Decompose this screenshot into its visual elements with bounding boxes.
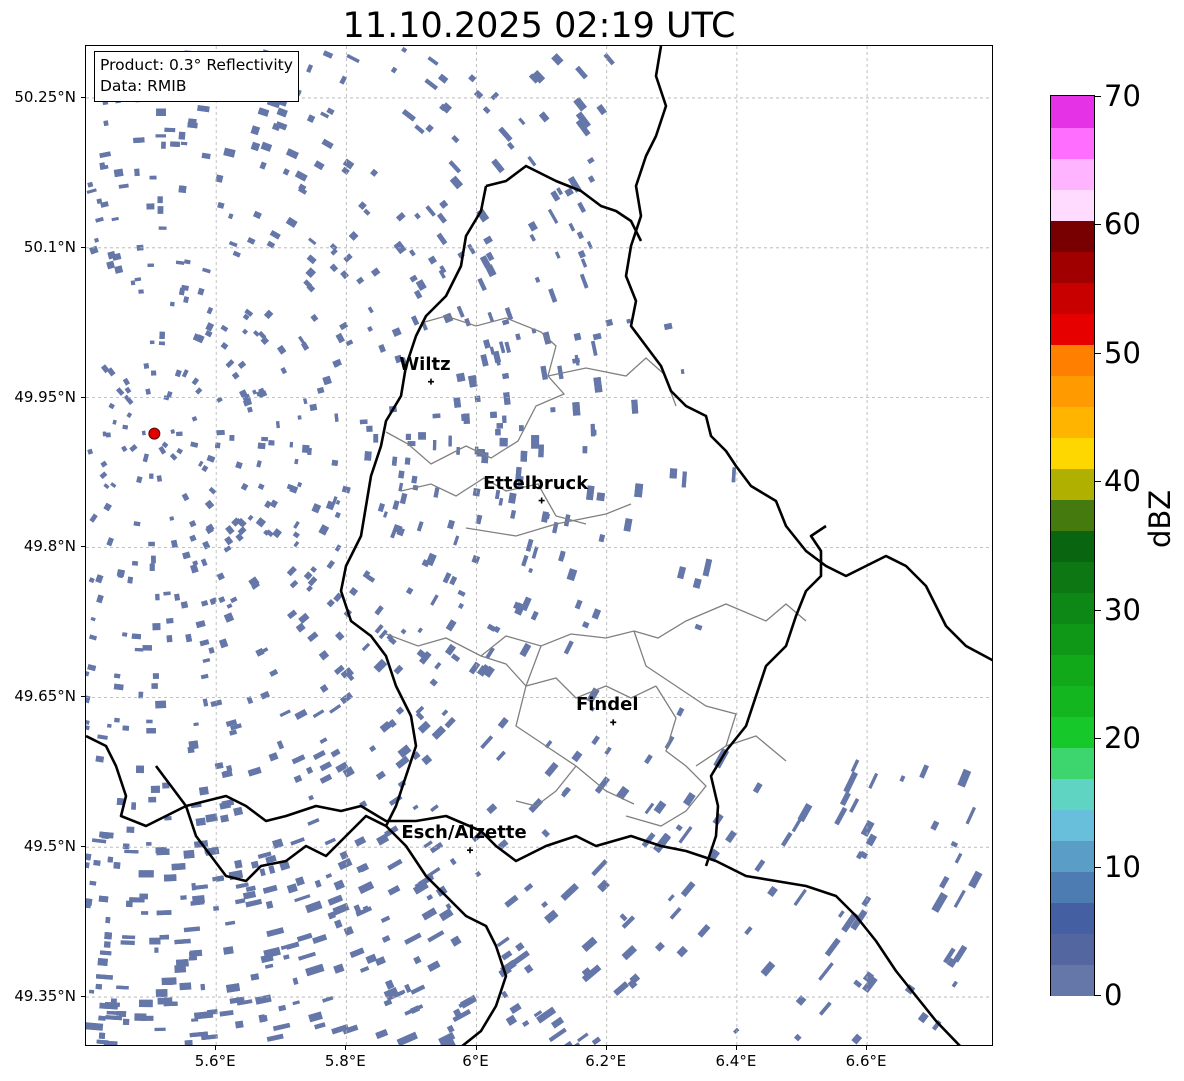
colorbar-segment xyxy=(1051,220,1094,252)
district-border xyxy=(480,655,657,699)
city-label: Findel xyxy=(575,694,639,716)
x-tick-mark xyxy=(215,1046,217,1050)
x-tick-mark xyxy=(735,1046,737,1050)
colorbar-segment xyxy=(1051,902,1094,934)
gridlines xyxy=(86,46,992,1045)
x-tick-mark xyxy=(475,1046,477,1050)
y-tick-mark xyxy=(81,246,85,248)
x-tick-label: 5.8°E xyxy=(324,1052,366,1070)
colorbar-segment xyxy=(1051,623,1094,655)
colorbar-segment xyxy=(1051,189,1094,221)
colorbar-segment xyxy=(1051,127,1094,159)
x-tick-mark xyxy=(345,1046,347,1050)
colorbar-segment xyxy=(1051,778,1094,810)
map-title: 11.10.2025 02:19 UTC xyxy=(342,6,736,46)
x-tick-label: 5.6°E xyxy=(194,1052,236,1070)
y-tick-label: 49.35°N xyxy=(14,987,76,1006)
radar-map[interactable] xyxy=(85,45,993,1046)
x-tick-label: 6°E xyxy=(462,1052,489,1070)
radar-map-canvas xyxy=(86,46,992,1045)
y-tick-mark xyxy=(81,396,85,398)
y-tick-mark xyxy=(81,996,85,998)
y-tick-label: 49.95°N xyxy=(14,387,76,406)
x-tick-label: 6.2°E xyxy=(585,1052,627,1070)
colorbar-segment xyxy=(1051,809,1094,841)
colorbar-label: dBZ xyxy=(1143,489,1177,548)
colorbar-tick-label: 30 xyxy=(1104,592,1141,627)
colorbar-tick-label: 50 xyxy=(1104,335,1141,370)
colorbar-segment xyxy=(1051,933,1094,965)
colorbar-segment xyxy=(1051,158,1094,190)
y-tick-mark xyxy=(81,96,85,98)
district-border xyxy=(515,645,635,805)
colorbar-tick-mark xyxy=(1095,224,1101,226)
radar-site-marker xyxy=(148,427,161,440)
x-tick-label: 6.6°E xyxy=(845,1052,887,1070)
y-tick-label: 50.1°N xyxy=(23,237,76,256)
colorbar xyxy=(1050,95,1095,996)
colorbar-tick-mark xyxy=(1095,352,1101,354)
colorbar-segment xyxy=(1051,561,1094,593)
colorbar-segment xyxy=(1051,592,1094,624)
colorbar-segment xyxy=(1051,406,1094,438)
data-source-label: Data: RMIB xyxy=(100,77,187,95)
city-label: Esch/Alzette xyxy=(401,822,527,844)
y-tick-mark xyxy=(81,846,85,848)
colorbar-tick-label: 0 xyxy=(1104,978,1123,1012)
colorbar-segment xyxy=(1051,468,1094,500)
city-marker xyxy=(467,847,474,854)
colorbar-segment xyxy=(1051,685,1094,717)
colorbar-segment xyxy=(1051,747,1094,779)
city-marker xyxy=(538,497,545,504)
y-tick-label: 49.8°N xyxy=(23,537,76,556)
city-label: Ettelbruck xyxy=(483,472,589,494)
colorbar-tick-mark xyxy=(1095,96,1101,97)
colorbar-tick-mark xyxy=(1095,738,1101,740)
colorbar-segment xyxy=(1051,964,1094,996)
district-border xyxy=(465,503,632,537)
colorbar-tick-label: 40 xyxy=(1104,464,1141,499)
y-tick-label: 49.5°N xyxy=(23,837,76,856)
colorbar-tick-mark xyxy=(1095,609,1101,611)
country-border xyxy=(86,734,961,1045)
product-label: Product: 0.3° Reflectivity xyxy=(100,56,293,74)
district-border xyxy=(547,357,677,407)
colorbar-segment xyxy=(1051,530,1094,562)
district-border xyxy=(633,630,737,767)
y-tick-mark xyxy=(81,696,85,698)
city-marker xyxy=(610,719,617,726)
colorbar-segment xyxy=(1051,282,1094,314)
colorbar-tick-label: 20 xyxy=(1104,721,1141,756)
colorbar-segment xyxy=(1051,840,1094,872)
city-label: Wiltz xyxy=(399,353,451,375)
colorbar-segment xyxy=(1051,375,1094,407)
country-border xyxy=(485,164,643,242)
colorbar-segment xyxy=(1051,654,1094,686)
colorbar-segment xyxy=(1051,96,1094,128)
colorbar-segment xyxy=(1051,344,1094,376)
country-border xyxy=(339,185,488,827)
radar-echoes xyxy=(86,46,983,1045)
colorbar-segment xyxy=(1051,716,1094,748)
y-tick-label: 49.65°N xyxy=(14,687,76,706)
colorbar-tick-mark xyxy=(1095,995,1101,996)
y-tick-mark xyxy=(81,546,85,548)
x-tick-label: 6.4°E xyxy=(715,1052,757,1070)
colorbar-segment xyxy=(1051,499,1094,531)
colorbar-segment xyxy=(1051,313,1094,345)
colorbar-segment xyxy=(1051,437,1094,469)
country-border xyxy=(704,524,827,867)
y-tick-label: 50.25°N xyxy=(14,87,76,106)
x-tick-mark xyxy=(605,1046,607,1050)
colorbar-tick-label: 60 xyxy=(1104,207,1141,242)
info-box: Product: 0.3° Reflectivity Data: RMIB xyxy=(94,51,299,102)
colorbar-segment xyxy=(1051,251,1094,283)
colorbar-tick-label: 70 xyxy=(1104,79,1141,113)
x-tick-mark xyxy=(866,1046,868,1050)
colorbar-segment xyxy=(1051,871,1094,903)
colorbar-tick-mark xyxy=(1095,866,1101,868)
colorbar-tick-mark xyxy=(1095,481,1101,483)
colorbar-tick-label: 10 xyxy=(1104,849,1141,884)
city-marker xyxy=(427,378,434,385)
